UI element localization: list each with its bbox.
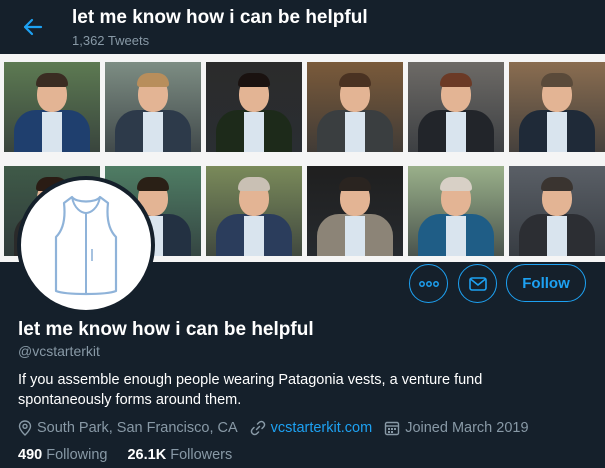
profile-name: let me know how i can be helpful (18, 319, 314, 340)
follow-counts: 490 Following 26.1K Followers (18, 447, 252, 463)
banner-photo-4 (307, 62, 403, 152)
following-count-link[interactable]: 490 Following (18, 447, 107, 463)
banner-photo-10 (307, 166, 403, 256)
following-count: 490 (18, 447, 43, 463)
banner-photo-5 (408, 62, 504, 152)
banner-photo-11 (408, 166, 504, 256)
location-text: South Park, San Francisco, CA (37, 420, 238, 436)
profile-meta: South Park, San Francisco, CA vcstarterk… (18, 418, 541, 438)
following-label: Following (46, 447, 108, 463)
banner-photo-12 (509, 166, 605, 256)
joined-item: Joined March 2019 (384, 420, 529, 436)
followers-count: 26.1K (127, 447, 167, 463)
followers-count-link[interactable]: 26.1K Followers (127, 447, 232, 463)
tweet-count: 1,362 Tweets (72, 33, 150, 48)
back-arrow-icon (23, 18, 43, 36)
profile-bio: If you assemble enough people wearing Pa… (18, 372, 483, 408)
banner-photo-9 (206, 166, 302, 256)
location-pin-icon (18, 420, 32, 436)
top-bar: let me know how i can be helpful 1,362 T… (0, 0, 605, 54)
banner-photo-3 (206, 62, 302, 152)
banner-photo-2 (105, 62, 201, 152)
banner-photo-6 (509, 62, 605, 152)
banner-photo-1 (4, 62, 100, 152)
avatar[interactable] (17, 176, 155, 314)
more-icon (418, 280, 439, 287)
followers-label: Followers (170, 447, 233, 463)
calendar-icon (384, 421, 400, 436)
vest-icon (54, 195, 118, 296)
follow-button[interactable]: Follow (506, 264, 586, 302)
location-item: South Park, San Francisco, CA (18, 420, 238, 436)
website-item: vcstarterkit.com (250, 420, 373, 436)
profile-handle: @vcstarterkit (18, 343, 100, 359)
envelope-icon (468, 276, 487, 291)
header-title: let me know how i can be helpful (72, 7, 368, 28)
link-icon (250, 420, 265, 436)
message-button[interactable] (458, 264, 497, 303)
joined-text: Joined March 2019 (405, 420, 529, 436)
back-button[interactable] (14, 10, 52, 44)
website-link[interactable]: vcstarterkit.com (271, 420, 373, 436)
more-options-button[interactable] (409, 264, 448, 303)
